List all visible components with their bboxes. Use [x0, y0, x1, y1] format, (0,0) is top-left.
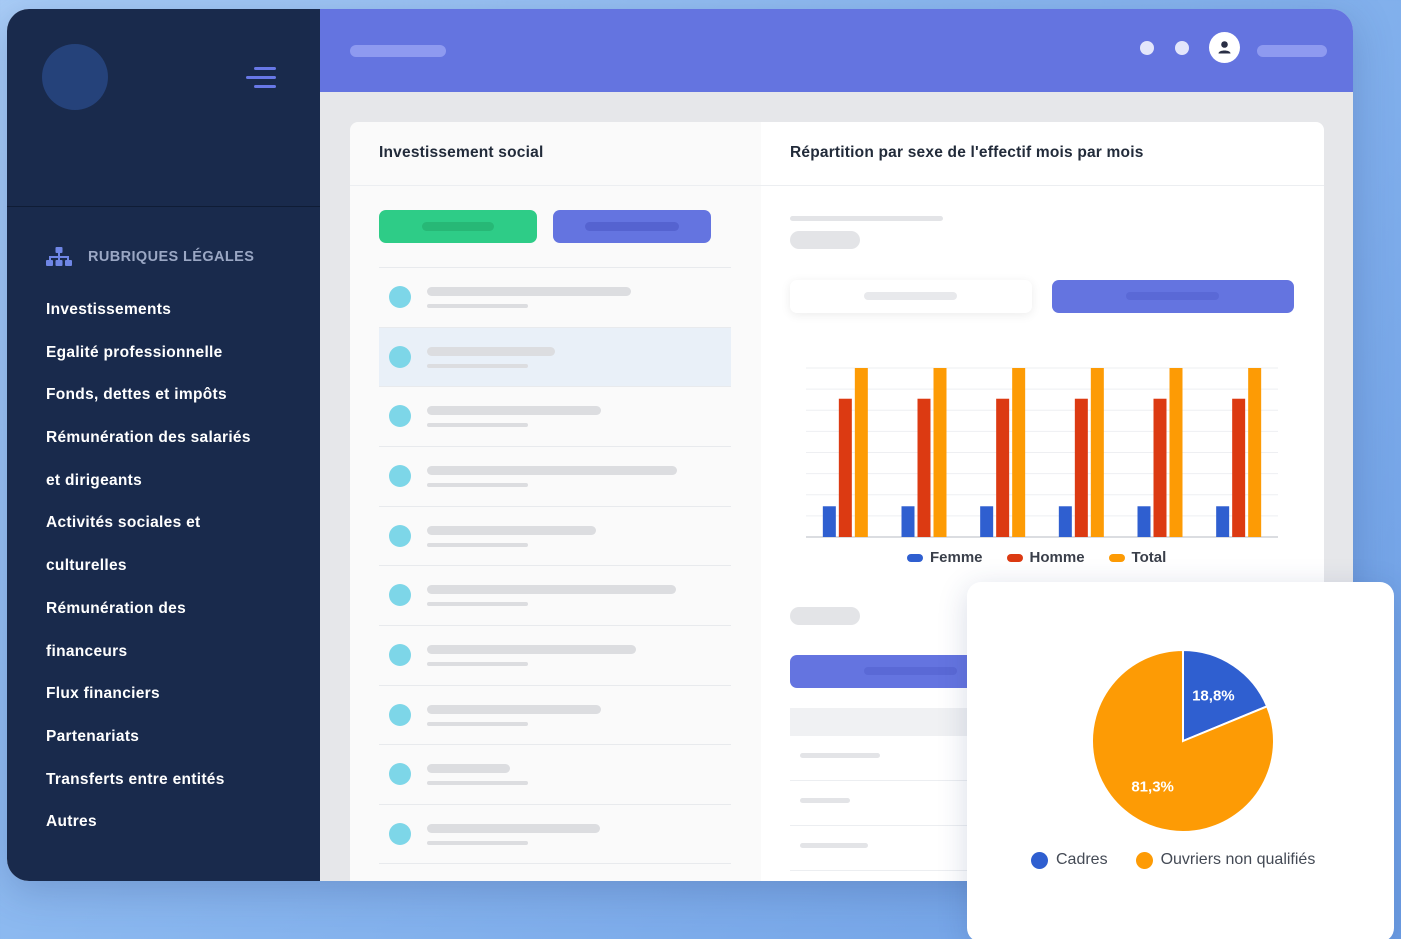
bar-total[interactable] — [1012, 368, 1026, 537]
legend-label-cadres: Cadres — [1056, 851, 1108, 868]
list-item-selected[interactable] — [379, 327, 731, 387]
legend-item-femme[interactable]: Femme — [907, 549, 983, 566]
sidebar-item-activites-sociales[interactable]: Activités sociales et — [46, 506, 251, 549]
top-bar — [320, 9, 1353, 92]
bar-femme[interactable] — [1058, 506, 1072, 537]
pie-chart: 18,8% 81,3% — [1091, 648, 1275, 833]
sidebar-item-investissements[interactable]: Investissements — [46, 293, 251, 336]
legend-label-ouvriers: Ouvriers non qualifiés — [1160, 851, 1316, 868]
bar-total[interactable] — [1090, 368, 1104, 537]
list-item[interactable] — [379, 565, 731, 625]
menu-icon[interactable] — [244, 67, 276, 93]
legend-swatch-femme — [907, 553, 923, 562]
legend-label-femme: Femme — [930, 549, 983, 566]
sidebar-item-partenariats[interactable]: Partenariats — [46, 720, 251, 763]
bar-homme[interactable] — [838, 398, 852, 537]
bar-homme[interactable] — [1232, 398, 1246, 537]
bar-total[interactable] — [1169, 368, 1183, 537]
sidebar-item-remuneration-salaries[interactable]: Rémunération des salariés — [46, 421, 251, 464]
list-item[interactable] — [379, 267, 731, 327]
bar-femme[interactable] — [980, 506, 994, 537]
list-item[interactable] — [379, 685, 731, 745]
bar-femme[interactable] — [1216, 506, 1230, 537]
apply-filter-button[interactable] — [1052, 280, 1294, 313]
legend-swatch-cadres — [1031, 851, 1048, 869]
pie-label-1: 81,3% — [1131, 778, 1174, 795]
card-investissement-social: Investissement social — [350, 122, 761, 881]
list-item[interactable] — [379, 446, 731, 506]
sidebar-item-egalite-professionnelle[interactable]: Egalité professionnelle — [46, 336, 251, 379]
username-placeholder — [1257, 45, 1327, 57]
primary-action-button[interactable] — [379, 210, 537, 243]
legend-label-homme: Homme — [1029, 549, 1085, 566]
bar-homme[interactable] — [996, 398, 1010, 537]
sidebar: RUBRIQUES LÉGALES Investissements Egalit… — [7, 9, 320, 881]
sidebar-item-remuneration-financeurs[interactable]: Rémunération des — [46, 592, 251, 635]
bar-femme[interactable] — [1137, 506, 1151, 537]
legend-swatch-ouvriers — [1135, 851, 1153, 869]
legend-label-total: Total — [1131, 549, 1167, 566]
sidebar-item-flux-financiers[interactable]: Flux financiers — [46, 677, 251, 720]
bar-femme[interactable] — [822, 506, 836, 537]
period-select[interactable] — [790, 280, 1032, 313]
bar-total[interactable] — [933, 368, 947, 537]
legend-swatch-total — [1108, 553, 1125, 562]
org-chart-icon — [46, 247, 72, 266]
list-item[interactable] — [379, 386, 731, 446]
legend-swatch-homme — [1006, 553, 1023, 562]
filter-value-placeholder — [790, 231, 860, 249]
list-item[interactable] — [379, 506, 731, 566]
notification-dot[interactable] — [1140, 41, 1154, 55]
sidebar-section-header: RUBRIQUES LÉGALES — [46, 247, 254, 267]
sidebar-item-remuneration-salaries-cont[interactable]: et dirigeants — [46, 464, 251, 507]
logo[interactable] — [42, 44, 108, 110]
bar-femme[interactable] — [901, 506, 915, 537]
legend-item-ouvriers[interactable]: Ouvriers non qualifiés — [1135, 851, 1316, 869]
list-item[interactable] — [379, 625, 731, 685]
bar-chart-legend: Femme Homme Total — [907, 549, 1166, 566]
card-title: Investissement social — [379, 144, 544, 161]
legend-item-cadres[interactable]: Cadres — [1031, 851, 1108, 869]
pie-chart-card: 18,8% 81,3% Cadres Ouvriers non qualifiés — [967, 582, 1394, 939]
legend-item-homme[interactable]: Homme — [1006, 549, 1085, 566]
settings-dot[interactable] — [1175, 41, 1189, 55]
list-item[interactable] — [379, 804, 731, 864]
legend-item-total[interactable]: Total — [1108, 549, 1167, 566]
list-item[interactable] — [379, 744, 731, 804]
sidebar-section-title: RUBRIQUES LÉGALES — [88, 249, 255, 265]
pie-label-0: 18,8% — [1192, 688, 1235, 705]
secondary-action-button[interactable] — [553, 210, 711, 243]
sidebar-item-fonds-dettes-impots[interactable]: Fonds, dettes et impôts — [46, 378, 251, 421]
card-title: Répartition par sexe de l'effectif mois … — [790, 144, 1144, 161]
filter-label-placeholder — [790, 216, 943, 221]
sidebar-nav: Investissements Egalité professionnelle … — [46, 293, 251, 848]
sidebar-item-activites-sociales-cont[interactable]: culturelles — [46, 549, 251, 592]
sidebar-item-remuneration-financeurs-cont[interactable]: financeurs — [46, 635, 251, 678]
sidebar-divider — [7, 206, 320, 207]
bar-homme[interactable] — [1153, 398, 1167, 537]
card-divider — [350, 185, 761, 186]
bar-homme[interactable] — [917, 398, 931, 537]
pie-chart-legend: Cadres Ouvriers non qualifiés — [1031, 851, 1315, 869]
sidebar-item-autres[interactable]: Autres — [46, 805, 251, 848]
bar-total[interactable] — [1248, 368, 1262, 537]
card-divider — [761, 185, 1324, 186]
user-icon — [1218, 41, 1231, 54]
bar-total[interactable] — [854, 368, 868, 537]
sidebar-item-transferts[interactable]: Transferts entre entités — [46, 763, 251, 806]
breadcrumb-placeholder — [350, 45, 446, 57]
bar-homme[interactable] — [1074, 398, 1088, 537]
section-label-placeholder — [790, 607, 860, 625]
bar-chart — [806, 367, 1278, 538]
user-avatar[interactable] — [1209, 32, 1240, 63]
